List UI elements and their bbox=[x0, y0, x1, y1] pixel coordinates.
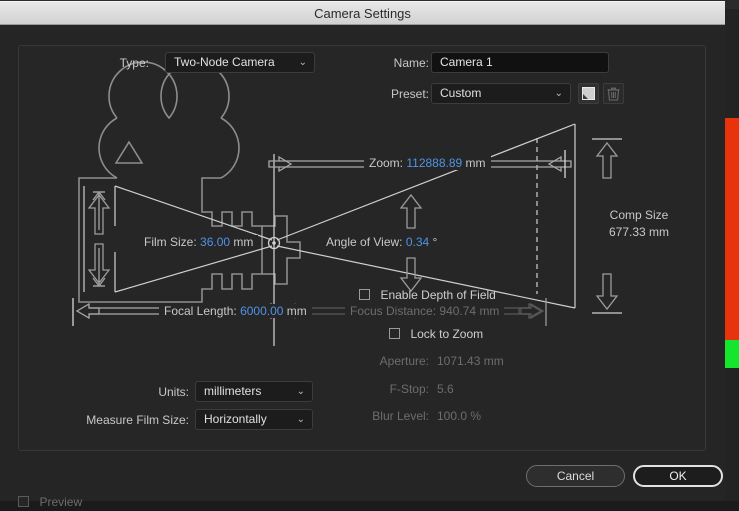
delete-preset-button[interactable] bbox=[603, 83, 624, 104]
focal-length-dimension: Focal Length: 6000.00 mm bbox=[159, 304, 312, 318]
type-select-value: Two-Node Camera bbox=[174, 55, 275, 69]
chevron-down-icon: ⌄ bbox=[296, 414, 305, 425]
preset-select[interactable]: Custom ⌄ bbox=[431, 83, 571, 104]
angle-of-view-dimension: Angle of View: 0.34 ° bbox=[321, 235, 443, 249]
preset-label: Preset: bbox=[390, 87, 429, 101]
fstop-value: 5.6 bbox=[437, 382, 454, 396]
lock-to-zoom-row[interactable]: Lock to Zoom bbox=[389, 325, 483, 343]
measure-film-size-label: Measure Film Size: bbox=[86, 413, 189, 427]
chevron-down-icon: ⌄ bbox=[298, 57, 307, 68]
chevron-down-icon: ⌄ bbox=[296, 386, 305, 397]
type-label: Type: bbox=[119, 56, 149, 70]
preview-label: Preview bbox=[39, 495, 83, 509]
lock-to-zoom-label: Lock to Zoom bbox=[410, 327, 484, 341]
enable-depth-of-field-checkbox[interactable] bbox=[359, 289, 370, 300]
comp-size-value: 677.33 mm bbox=[608, 225, 670, 239]
enable-depth-of-field-row[interactable]: Enable Depth of Field bbox=[359, 286, 496, 304]
save-preset-icon bbox=[579, 87, 598, 100]
focus-distance-value: 940.74 bbox=[439, 304, 477, 318]
chevron-down-icon: ⌄ bbox=[554, 88, 563, 99]
preset-select-value: Custom bbox=[440, 86, 482, 100]
zoom-unit: mm bbox=[465, 156, 486, 170]
units-label: Units: bbox=[158, 385, 189, 399]
aperture-value: 1071.43 mm bbox=[437, 354, 504, 368]
film-size-unit: mm bbox=[233, 235, 254, 249]
enable-depth-of-field-label: Enable Depth of Field bbox=[380, 288, 496, 302]
blur-level-value: 100.0 % bbox=[437, 409, 482, 423]
zoom-dimension: Zoom: 112888.89 mm bbox=[364, 156, 491, 170]
fstop-label: F-Stop: bbox=[389, 382, 429, 396]
aperture-label: Aperture: bbox=[379, 354, 429, 368]
save-preset-button[interactable] bbox=[578, 83, 599, 104]
focal-length-label: Focal Length: bbox=[164, 304, 237, 318]
zoom-label: Zoom: bbox=[369, 156, 404, 170]
units-select[interactable]: millimeters ⌄ bbox=[195, 381, 313, 402]
preview-checkbox[interactable] bbox=[18, 496, 29, 507]
angle-of-view-label: Angle of View: bbox=[326, 235, 403, 249]
measure-film-size-value: Horizontally bbox=[204, 412, 267, 426]
dialog-body: Type: Two-Node Camera ⌄ Name: Camera 1 P… bbox=[0, 25, 725, 509]
name-label: Name: bbox=[393, 56, 429, 70]
cancel-button[interactable]: Cancel bbox=[526, 465, 625, 487]
comp-size-title: Comp Size bbox=[609, 208, 669, 222]
focal-length-value: 6000.00 bbox=[240, 304, 284, 318]
zoom-value: 112888.89 bbox=[406, 156, 463, 170]
film-size-value: 36.00 bbox=[200, 235, 231, 249]
camera-settings-dialog: Camera Settings Type: Two-Node Camera ⌄ … bbox=[0, 0, 739, 509]
trash-icon bbox=[604, 87, 623, 101]
angle-of-view-value: 0.34 bbox=[405, 235, 430, 249]
measure-film-size-select[interactable]: Horizontally ⌄ bbox=[195, 409, 313, 430]
ok-button[interactable]: OK bbox=[633, 465, 723, 487]
dialog-title: Camera Settings bbox=[314, 6, 411, 21]
name-input[interactable]: Camera 1 bbox=[431, 52, 609, 73]
settings-panel: Type: Two-Node Camera ⌄ Name: Camera 1 P… bbox=[18, 45, 706, 451]
lock-to-zoom-checkbox[interactable] bbox=[389, 328, 400, 339]
focal-length-unit: mm bbox=[286, 304, 307, 318]
angle-of-view-unit: ° bbox=[432, 235, 438, 249]
name-input-value: Camera 1 bbox=[440, 55, 493, 69]
type-select[interactable]: Two-Node Camera ⌄ bbox=[165, 52, 315, 73]
focus-distance-unit: mm bbox=[479, 304, 500, 318]
preview-row[interactable]: Preview bbox=[18, 493, 82, 511]
focus-distance-dimension: Focus Distance: 940.74 mm bbox=[345, 304, 505, 318]
film-size-dimension: Film Size: 36.00 mm bbox=[139, 235, 259, 249]
units-select-value: millimeters bbox=[204, 384, 262, 398]
dialog-titlebar: Camera Settings bbox=[0, 1, 725, 25]
blur-level-label: Blur Level: bbox=[372, 409, 429, 423]
film-size-label: Film Size: bbox=[144, 235, 197, 249]
focus-distance-label: Focus Distance: bbox=[350, 304, 437, 318]
